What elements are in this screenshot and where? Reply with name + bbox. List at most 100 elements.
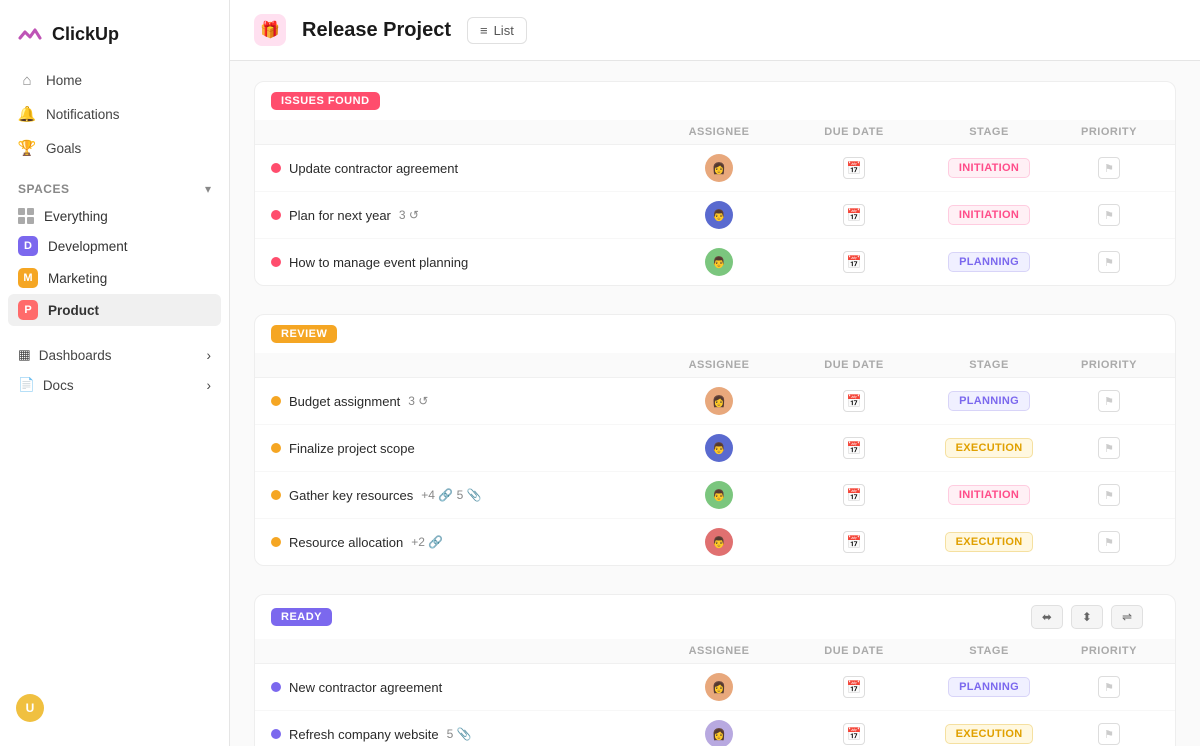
stage-cell: EXECUTION [919,724,1059,744]
task-name: New contractor agreement [289,680,442,695]
assignee-cell: 👨 [649,528,789,556]
sidebar-item-home[interactable]: ⌂ Home [8,64,221,96]
due-date-cell[interactable]: 📅 [789,251,919,273]
grid-icon [18,208,34,224]
assignee-cell: 👩 [649,673,789,701]
priority-icon: ⚑ [1098,251,1120,273]
due-date-cell[interactable]: 📅 [789,390,919,412]
toolbar-btn-3[interactable]: ⇌ [1111,605,1143,629]
task-status-dot [271,443,281,453]
avatar: 👨 [705,528,733,556]
col-stage-label: STAGE [919,359,1059,371]
clickup-logo-icon [16,20,44,48]
bell-icon: 🔔 [18,105,36,123]
due-date-cell[interactable]: 📅 [789,531,919,553]
avatar: 👩 [705,387,733,415]
task-status-dot [271,490,281,500]
toolbar-btn-1[interactable]: ⬌ [1031,605,1063,629]
avatar: 👩 [705,154,733,182]
table-row[interactable]: Budget assignment 3 ↺ 👩 📅 PLANNING ⚑ [255,378,1175,425]
chevron-down-icon[interactable]: ▾ [205,182,211,196]
task-name: How to manage event planning [289,255,468,270]
task-status-dot [271,210,281,220]
table-row[interactable]: Finalize project scope 👨 📅 EXECUTION ⚑ [255,425,1175,472]
stage-cell: EXECUTION [919,438,1059,458]
due-date-cell[interactable]: 📅 [789,676,919,698]
table-row[interactable]: Gather key resources +4 🔗 5 📎 👨 📅 INITIA… [255,472,1175,519]
table-row[interactable]: Resource allocation +2 🔗 👨 📅 EXECUTION ⚑ [255,519,1175,565]
calendar-icon: 📅 [843,484,865,506]
sidebar-item-everything[interactable]: Everything [8,202,221,230]
stage-badge: PLANNING [948,677,1030,697]
sidebar-item-goals[interactable]: 🏆 Goals [8,132,221,164]
task-name: Resource allocation [289,535,403,550]
sidebar-item-docs[interactable]: 📄 Docs › [0,370,229,400]
priority-cell[interactable]: ⚑ [1059,531,1159,553]
toolbar-btn-2[interactable]: ⬍ [1071,605,1103,629]
user-avatar-area[interactable]: U [0,682,229,734]
col-assignee-label: ASSIGNEE [649,645,789,657]
due-date-cell[interactable]: 📅 [789,437,919,459]
due-date-cell[interactable]: 📅 [789,723,919,745]
priority-cell[interactable]: ⚑ [1059,157,1159,179]
assignee-cell: 👩 [649,387,789,415]
calendar-icon: 📅 [843,531,865,553]
sidebar-item-development[interactable]: D Development [8,230,221,262]
sidebar-bottom-sections: ▦ Dashboards › 📄 Docs › [0,340,229,400]
assignee-cell: 👩 [649,720,789,746]
col-task-label [287,645,649,657]
priority-cell[interactable]: ⚑ [1059,204,1159,226]
due-date-cell[interactable]: 📅 [789,157,919,179]
page-title: Release Project [302,19,451,42]
calendar-icon: 📅 [843,437,865,459]
col-duedate-label: DUE DATE [789,126,919,138]
table-row[interactable]: How to manage event planning 👨 📅 PLANNIN… [255,239,1175,285]
sidebar-nav: ⌂ Home 🔔 Notifications 🏆 Goals [0,64,229,164]
col-duedate-label: DUE DATE [789,359,919,371]
priority-cell[interactable]: ⚑ [1059,723,1159,745]
stage-badge: PLANNING [948,391,1030,411]
table-row[interactable]: New contractor agreement 👩 📅 PLANNING ⚑ [255,664,1175,711]
list-view-label: List [494,23,514,38]
stage-badge: EXECUTION [945,532,1034,552]
priority-icon: ⚑ [1098,531,1120,553]
avatar: 👩 [705,673,733,701]
marketing-label: Marketing [48,271,107,286]
table-row[interactable]: Plan for next year 3 ↺ 👨 📅 INITIATION ⚑ [255,192,1175,239]
docs-label: Docs [43,378,74,393]
table-row[interactable]: Update contractor agreement 👩 📅 INITIATI… [255,145,1175,192]
main-content: 🎁 Release Project ≡ List ISSUES FOUND AS… [230,0,1200,746]
task-name: Budget assignment [289,394,400,409]
priority-icon: ⚑ [1098,723,1120,745]
task-name-cell: Gather key resources +4 🔗 5 📎 [271,488,649,503]
project-icon: 🎁 [254,14,286,46]
main-header: 🎁 Release Project ≡ List [230,0,1200,61]
priority-icon: ⚑ [1098,157,1120,179]
group-ready: READY ⬌ ⬍ ⇌ ASSIGNEE DUE DATE STAGE PRIO… [254,594,1176,746]
priority-cell[interactable]: ⚑ [1059,390,1159,412]
task-meta: 3 ↺ [408,394,428,408]
col-task-label [287,359,649,371]
task-name-cell: Budget assignment 3 ↺ [271,394,649,409]
calendar-icon: 📅 [843,390,865,412]
priority-icon: ⚑ [1098,204,1120,226]
list-view-button[interactable]: ≡ List [467,17,527,44]
priority-cell[interactable]: ⚑ [1059,251,1159,273]
sidebar-item-dashboards[interactable]: ▦ Dashboards › [0,340,229,370]
due-date-cell[interactable]: 📅 [789,484,919,506]
stage-cell: PLANNING [919,677,1059,697]
priority-cell[interactable]: ⚑ [1059,437,1159,459]
priority-cell[interactable]: ⚑ [1059,484,1159,506]
stage-badge: INITIATION [948,158,1030,178]
table-row[interactable]: Refresh company website 5 📎 👩 📅 EXECUTIO… [255,711,1175,746]
task-status-dot [271,396,281,406]
due-date-cell[interactable]: 📅 [789,204,919,226]
stage-cell: EXECUTION [919,532,1059,552]
col-assignee-label: ASSIGNEE [649,359,789,371]
priority-cell[interactable]: ⚑ [1059,676,1159,698]
task-name: Gather key resources [289,488,413,503]
sidebar-item-product[interactable]: P Product [8,294,221,326]
group-ready-header: READY ⬌ ⬍ ⇌ [255,595,1175,639]
sidebar-item-notifications[interactable]: 🔔 Notifications [8,98,221,130]
sidebar-item-marketing[interactable]: M Marketing [8,262,221,294]
